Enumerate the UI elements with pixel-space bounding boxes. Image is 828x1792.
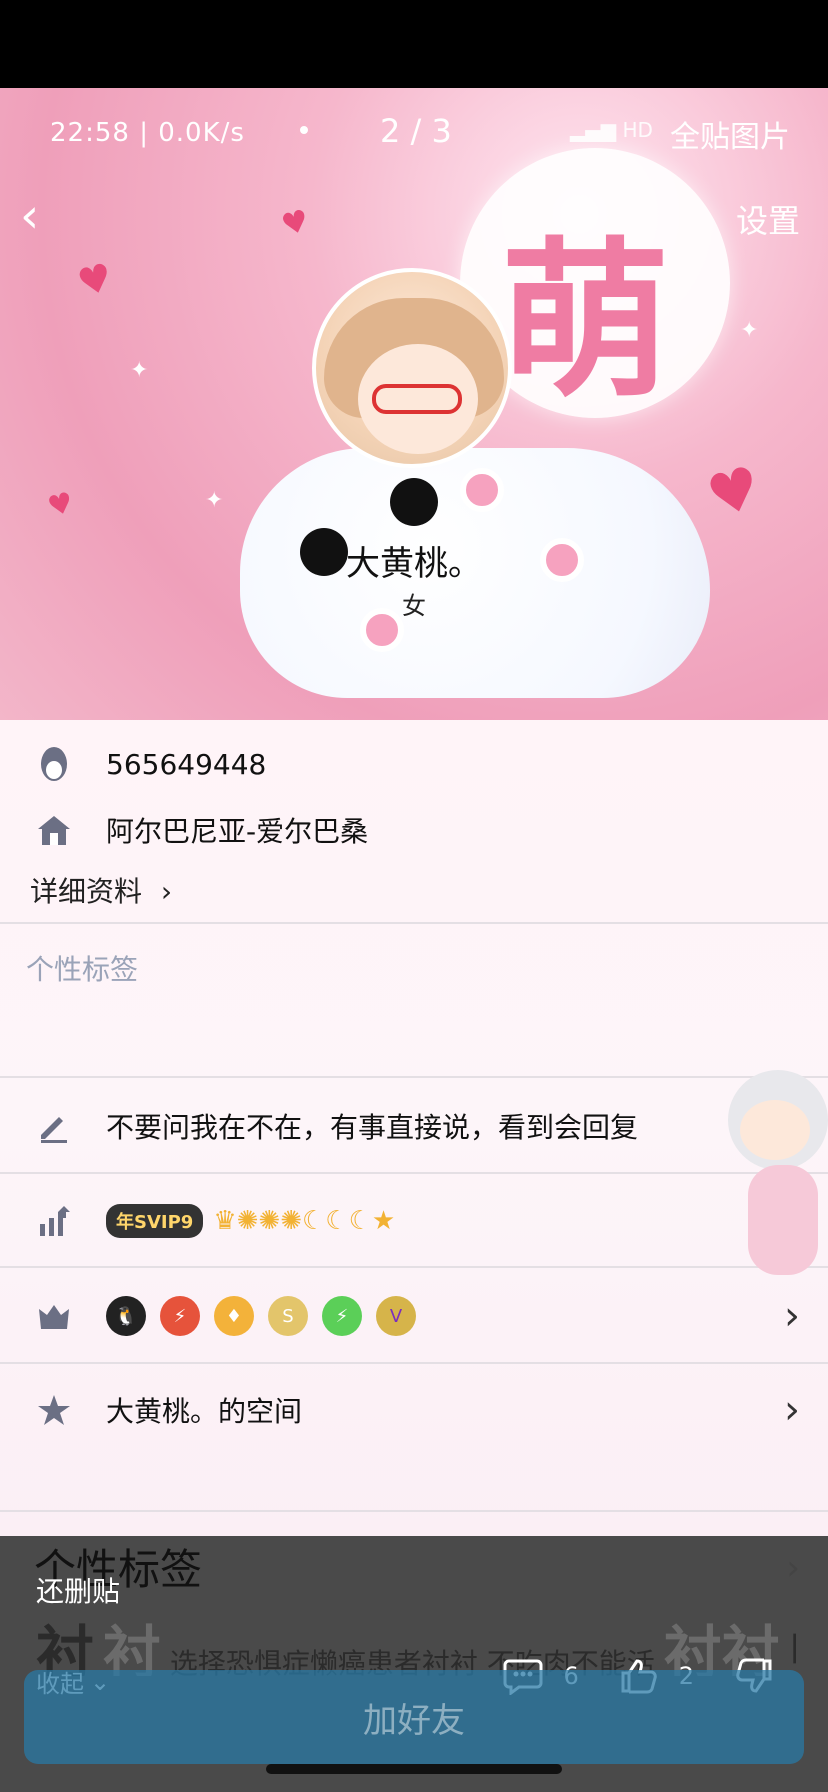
status-time-speed: 22:58 | 0.0K/s [50, 118, 245, 148]
divider [0, 1510, 828, 1512]
heart-icon: ♥ [277, 203, 313, 244]
pencil-icon [34, 1106, 74, 1146]
full-post-images-button[interactable]: 全贴图片 [670, 112, 790, 156]
profile-cover: ✦ ✦ ✦ ♥ ♥ ♥ ♥ 萌 22:58 | 0.0K/s 2 / 3 ▂▄▆… [0, 88, 828, 720]
heart-icon: ♥ [700, 452, 768, 532]
penguin-icon [34, 744, 74, 784]
signature-label: 个性标签 [26, 953, 139, 986]
chevron-right-icon: › [160, 875, 173, 908]
back-button[interactable]: ‹ [20, 188, 39, 244]
avatar[interactable] [312, 268, 512, 468]
status-text: 不要问我在不在，有事直接说，看到会回复 [106, 1111, 639, 1144]
add-friend-label: 加好友 [363, 1700, 465, 1741]
svip5-icon: S [268, 1296, 308, 1336]
cat-eye [390, 478, 438, 526]
badges-row[interactable]: 🐧 ⚡ ♦ S ⚡ V › [0, 1270, 828, 1362]
avatar-glasses [372, 384, 462, 414]
detail-info-link[interactable]: 详细资料 › [30, 870, 172, 910]
location-row: 阿尔巴尼亚-爱尔巴桑 [0, 800, 828, 860]
moon-icon: ☾☾☾ [301, 1206, 372, 1236]
location: 阿尔巴尼亚-爱尔巴桑 [106, 815, 369, 848]
chevron-right-icon: › [784, 1293, 800, 1339]
v1-icon: V [376, 1296, 416, 1336]
level-chart-icon [34, 1201, 74, 1241]
heart-icon: ♥ [72, 254, 118, 306]
add-friend-button[interactable]: 加好友 [24, 1670, 804, 1764]
chibi-body [748, 1165, 818, 1275]
sparkle-icon: ✦ [205, 488, 224, 513]
lv8-icon: ⚡ [322, 1296, 362, 1336]
sparkle-icon: ✦ [740, 318, 759, 343]
ribbon-big-char: 衬 [102, 1619, 161, 1676]
space-label: 大黄桃。的空间 [106, 1395, 303, 1428]
svip-badge: 年SVIP9 [106, 1204, 204, 1238]
qq-number: 565649448 [106, 747, 267, 781]
divider [0, 1076, 828, 1078]
deleted-post-tag: 还删贴 [36, 1575, 121, 1608]
chibi-face [740, 1100, 810, 1160]
chibi-decoration [718, 1070, 828, 1280]
gender: 女 [402, 592, 426, 620]
chevron-right-icon: › [786, 1548, 800, 1588]
detail-info-label: 详细资料 [30, 875, 143, 908]
page-indicator: 2 / 3 [380, 112, 452, 150]
crown-outline-icon [34, 1296, 74, 1336]
settings-button[interactable]: 设置 [736, 196, 800, 242]
sun-icon: ✺✺✺ [236, 1206, 302, 1236]
divider [0, 1266, 828, 1268]
signal-icon: ▂▄▆ HD [570, 118, 653, 142]
space-row[interactable]: 大黄桃。的空间 › [0, 1364, 828, 1456]
home-indicator[interactable] [266, 1764, 562, 1774]
paw-icon [460, 468, 504, 512]
qq-penguin-icon: 🐧 [106, 1296, 146, 1336]
divider [0, 922, 828, 924]
star-icon: ★ [371, 1206, 396, 1236]
heart-icon: ♥ [44, 485, 77, 524]
home-icon [34, 810, 74, 850]
lightning-lv9-icon: ⚡ [160, 1296, 200, 1336]
qq-number-row: 565649448 [0, 734, 828, 794]
chevron-right-icon: › [784, 1387, 800, 1433]
profile-content: 565649448 阿尔巴尼亚-爱尔巴桑 详细资料 › 个性标签 不要问我在不在… [0, 720, 828, 1536]
divider [0, 1172, 828, 1174]
badge-list: 🐧 ⚡ ♦ S ⚡ V [106, 1296, 430, 1336]
crown-icon: ♛ [213, 1206, 237, 1236]
diamond-heart-icon: ♦ [214, 1296, 254, 1336]
username: 大黄桃。 [346, 544, 482, 584]
vip-row[interactable]: 年SVIP9 ♛ ✺✺✺ ☾☾☾ ★ [0, 1175, 828, 1267]
sparkle-icon: ✦ [130, 358, 149, 383]
star-outline-icon [34, 1390, 74, 1430]
status-dot [300, 126, 308, 134]
cute-glyph-icon: 萌 [500, 223, 671, 421]
status-row[interactable]: 不要问我在不在，有事直接说，看到会回复 [0, 1080, 828, 1172]
top-black-bar [0, 0, 828, 88]
